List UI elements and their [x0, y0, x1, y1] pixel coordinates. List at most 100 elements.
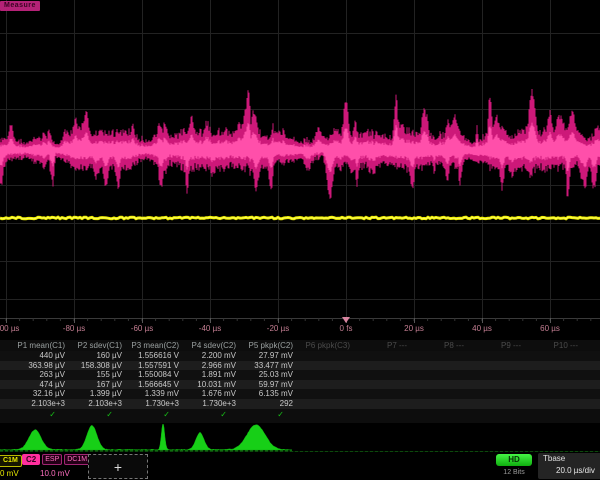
- status-check-icon: ✓: [68, 409, 125, 420]
- table-cell: 1.891 mV: [182, 370, 239, 380]
- active-menu-item[interactable]: Measure: [0, 1, 40, 11]
- table-cell: [524, 361, 581, 371]
- c2-channel-badge[interactable]: C2: [22, 454, 40, 465]
- histogram-trace: [0, 424, 600, 452]
- time-axis-label: -80 µs: [51, 324, 97, 333]
- table-cell: [467, 380, 524, 390]
- table-cell: 2.103e+3: [11, 399, 68, 409]
- waveform-grid: [0, 0, 600, 340]
- trigger-position-marker[interactable]: [342, 317, 350, 323]
- table-cell: [467, 370, 524, 380]
- table-cell: 1.730e+3: [125, 399, 182, 409]
- table-cell: [296, 361, 353, 371]
- status-check-icon: [296, 409, 353, 420]
- column-header[interactable]: P10 ---: [524, 340, 581, 351]
- table-cell: [410, 399, 467, 409]
- table-cell: [410, 380, 467, 390]
- c2-scale-label: 10.0 mV: [40, 469, 70, 478]
- table-cell: [296, 351, 353, 361]
- table-cell: [467, 361, 524, 371]
- column-header[interactable]: P7 ---: [353, 340, 410, 351]
- table-cell: 6.135 mV: [239, 389, 296, 399]
- table-cell: [524, 351, 581, 361]
- table-cell: [410, 361, 467, 371]
- bottom-descriptor-bar: C1M 0 mV C2 ESP DC1M 10.0 mV + HD 12 Bit…: [0, 452, 600, 480]
- status-check-icon: ✓: [239, 409, 296, 420]
- table-cell: [296, 380, 353, 390]
- table-cell: 2.200 mV: [182, 351, 239, 361]
- time-axis-label: -40 µs: [187, 324, 233, 333]
- table-cell: [467, 389, 524, 399]
- table-cell: 440 µV: [11, 351, 68, 361]
- measurement-table: P1 mean(C1)P2 sdev(C1)P3 mean(C2)P4 sdev…: [0, 340, 600, 423]
- column-header[interactable]: P4 sdev(C2): [182, 340, 239, 351]
- table-status-row: ✓✓✓✓✓: [0, 409, 600, 420]
- status-check-icon: [467, 409, 524, 420]
- status-check-icon: [524, 409, 581, 420]
- time-axis-label: 0 fs: [323, 324, 369, 333]
- timebase-value: 20.0 µs/div: [556, 466, 595, 475]
- time-axis-label: -100 µs: [0, 324, 29, 333]
- table-cell: [524, 389, 581, 399]
- status-check-icon: [353, 409, 410, 420]
- c2-tag-esp: ESP: [42, 454, 62, 465]
- table-cell: 27.97 mV: [239, 351, 296, 361]
- time-axis-label: 60 µs: [527, 324, 573, 333]
- table-cell: 474 µV: [11, 380, 68, 390]
- oscilloscope-screen: Measure -100 µs-80 µs-60 µs-40 µs-20 µs0…: [0, 0, 600, 480]
- table-cell: 33.477 mV: [239, 361, 296, 371]
- table-cell: 158.308 µV: [68, 361, 125, 371]
- table-cell: 1.676 mV: [182, 389, 239, 399]
- column-header[interactable]: P9 ---: [467, 340, 524, 351]
- table-cell: [296, 389, 353, 399]
- column-header[interactable]: P5 pkpk(C2): [239, 340, 296, 351]
- table-cell: 1.339 mV: [125, 389, 182, 399]
- column-header[interactable]: P2 sdev(C1): [68, 340, 125, 351]
- table-cell: [524, 370, 581, 380]
- table-cell: 10.031 mV: [182, 380, 239, 390]
- timebase-descriptor-box[interactable]: Tbase 20.0 µs/div: [538, 453, 600, 479]
- hd-bits-label: 12 Bits: [494, 469, 534, 476]
- table-cell: 1.730e+3: [182, 399, 239, 409]
- table-cell: 1.550084 V: [125, 370, 182, 380]
- table-cell: 155 µV: [68, 370, 125, 380]
- table-cell: [524, 380, 581, 390]
- column-header[interactable]: P1 mean(C1): [11, 340, 68, 351]
- c1-descriptor-box[interactable]: C1M: [0, 455, 22, 467]
- table-cell: [467, 399, 524, 409]
- table-row-value: 440 µV160 µV1.556616 V2.200 mV27.97 mV: [0, 351, 600, 361]
- table-cell: [353, 380, 410, 390]
- hd-mode-badge[interactable]: HD: [496, 454, 532, 466]
- time-axis-label: -20 µs: [255, 324, 301, 333]
- table-cell: [524, 399, 581, 409]
- timebase-label: Tbase: [543, 454, 565, 463]
- table-cell: [410, 370, 467, 380]
- table-cell: 1.557591 V: [125, 361, 182, 371]
- table-cell: 2.103e+3: [68, 399, 125, 409]
- c2-descriptor-box[interactable]: C2 ESP DC1M: [22, 454, 90, 465]
- table-cell: 32.16 µV: [11, 389, 68, 399]
- table-cell: [410, 389, 467, 399]
- table-row-sdev: 32.16 µV1.399 µV1.339 mV1.676 mV6.135 mV: [0, 389, 600, 399]
- table-row-num: 2.103e+32.103e+31.730e+31.730e+3292: [0, 399, 600, 409]
- table-cell: 1.556616 V: [125, 351, 182, 361]
- table-cell: 1.399 µV: [68, 389, 125, 399]
- table-row-min: 263 µV155 µV1.550084 V1.891 mV25.03 mV: [0, 370, 600, 380]
- table-row-max: 474 µV167 µV1.566645 V10.031 mV59.97 mV: [0, 380, 600, 390]
- status-check-icon: ✓: [182, 409, 239, 420]
- table-cell: 2.966 mV: [182, 361, 239, 371]
- table-cell: 160 µV: [68, 351, 125, 361]
- column-header[interactable]: P8 ---: [410, 340, 467, 351]
- table-cell: 25.03 mV: [239, 370, 296, 380]
- table-cell: 363.98 µV: [11, 361, 68, 371]
- column-header[interactable]: P6 pkpk(C3): [296, 340, 353, 351]
- table-row-mean: 363.98 µV158.308 µV1.557591 V2.966 mV33.…: [0, 361, 600, 371]
- add-trace-button[interactable]: +: [88, 454, 148, 479]
- table-cell: 292: [239, 399, 296, 409]
- table-header-row: P1 mean(C1)P2 sdev(C1)P3 mean(C2)P4 sdev…: [0, 340, 600, 351]
- column-header[interactable]: P3 mean(C2): [125, 340, 182, 351]
- table-cell: 59.97 mV: [239, 380, 296, 390]
- c1-scale-label: 0 mV: [0, 469, 19, 478]
- table-cell: [353, 351, 410, 361]
- table-cell: [353, 361, 410, 371]
